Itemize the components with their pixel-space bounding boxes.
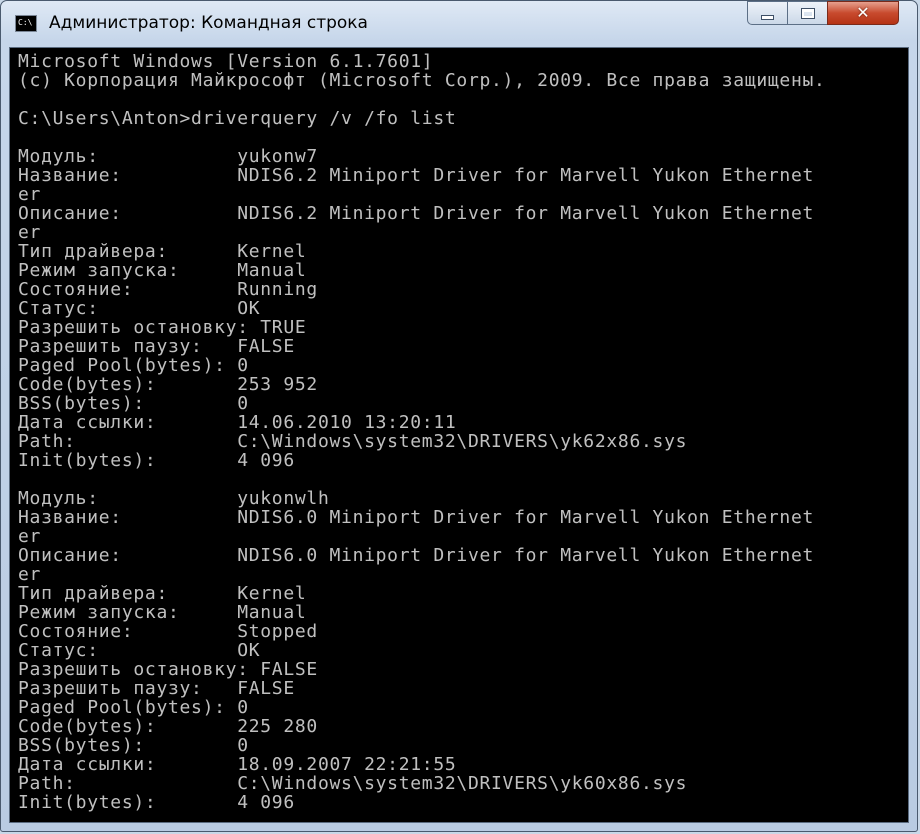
- console-line: er: [18, 184, 42, 205]
- console-line: Разрешить паузу: FALSE: [18, 336, 295, 357]
- console-line: Microsoft Windows [Version 6.1.7601]: [18, 51, 434, 72]
- console-line: Init(bytes): 4 096: [18, 792, 295, 813]
- console-line: Разрешить паузу: FALSE: [18, 678, 295, 699]
- console-line: Paged Pool(bytes): 0: [18, 355, 249, 376]
- console-line: Состояние: Running: [18, 279, 318, 300]
- console-line: Статус: OK: [18, 298, 261, 319]
- console-line: C:\Users\Anton>driverquery /v /fo list: [18, 108, 457, 129]
- console-line: BSS(bytes): 0: [18, 393, 249, 414]
- console-line: Модуль: yukonw7: [18, 146, 318, 167]
- console-line: Состояние: Stopped: [18, 621, 318, 642]
- console-line: Разрешить остановку: TRUE: [18, 317, 307, 338]
- console-icon[interactable]: C:\: [15, 15, 37, 32]
- console-line: Тип драйвера: Kernel: [18, 583, 307, 604]
- console-line: Дата ссылки: 18.09.2007 22:21:55: [18, 754, 457, 775]
- console-line: Path: C:\Windows\system32\DRIVERS\yk60x8…: [18, 773, 688, 794]
- console-line: Path: C:\Windows\system32\DRIVERS\yk62x8…: [18, 431, 688, 452]
- console-text: Microsoft Windows [Version 6.1.7601] (c) …: [18, 52, 826, 812]
- console-line: BSS(bytes): 0: [18, 735, 249, 756]
- console-line: Code(bytes): 225 280: [18, 716, 318, 737]
- close-icon: ✕: [856, 3, 870, 22]
- console-line: Модуль: yukonwlh: [18, 488, 330, 509]
- window-title: Администратор: Командная строка: [49, 13, 368, 33]
- close-button[interactable]: ✕: [827, 1, 899, 25]
- console-line: Название: NDIS6.2 Miniport Driver for Ma…: [18, 165, 815, 186]
- console-output-area[interactable]: Microsoft Windows [Version 6.1.7601] (c) …: [9, 47, 909, 823]
- console-line: er: [18, 222, 42, 243]
- console-line: er: [18, 526, 42, 547]
- console-line: Статус: OK: [18, 640, 261, 661]
- console-line: Разрешить остановку: FALSE: [18, 659, 318, 680]
- console-line: (c) Корпорация Майкрософт (Microsoft Cor…: [18, 70, 826, 91]
- console-line: Режим запуска: Manual: [18, 260, 307, 281]
- console-line: Режим запуска: Manual: [18, 602, 307, 623]
- maximize-icon: [800, 7, 815, 19]
- minimize-icon: [761, 14, 774, 20]
- console-line: Описание: NDIS6.2 Miniport Driver for Ma…: [18, 203, 815, 224]
- title-bar[interactable]: C:\ Администратор: Командная строка ✕: [1, 1, 917, 47]
- console-line: Описание: NDIS6.0 Miniport Driver for Ma…: [18, 545, 815, 566]
- console-line: Init(bytes): 4 096: [18, 450, 295, 471]
- console-line: er: [18, 564, 42, 585]
- console-line: Тип драйвера: Kernel: [18, 241, 307, 262]
- console-line: Дата ссылки: 14.06.2010 13:20:11: [18, 412, 457, 433]
- console-line: Название: NDIS6.0 Miniport Driver for Ma…: [18, 507, 815, 528]
- maximize-button[interactable]: [787, 1, 827, 25]
- command-prompt-window: C:\ Администратор: Командная строка ✕ Mi…: [0, 0, 918, 832]
- minimize-button[interactable]: [747, 1, 787, 25]
- console-line: Code(bytes): 253 952: [18, 374, 318, 395]
- console-line: Paged Pool(bytes): 0: [18, 697, 249, 718]
